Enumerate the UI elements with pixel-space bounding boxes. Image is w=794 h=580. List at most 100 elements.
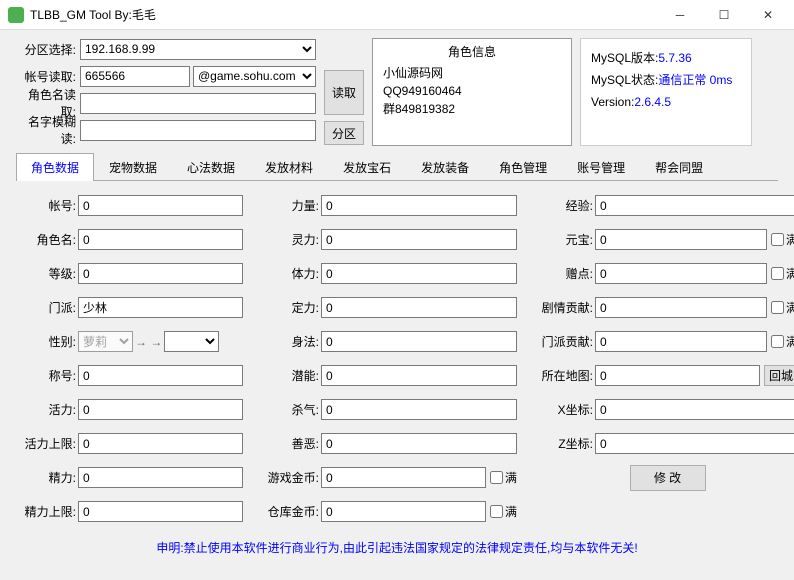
read-button[interactable]: 读取	[324, 70, 364, 115]
gold-full-label: 满	[505, 469, 517, 486]
version-value: 2.6.4.5	[634, 95, 671, 109]
close-button[interactable]: ✕	[746, 1, 790, 29]
agi-field[interactable]	[321, 331, 517, 352]
con-field[interactable]	[321, 263, 517, 284]
disclaimer: 申明:禁止使用本软件进行商业行为,由此引起违法国家规定的法律规定责任,均与本软件…	[16, 539, 778, 560]
yb-full-label: 满	[786, 231, 794, 248]
role-data-panel: 帐号: 角色名: 等级: 门派: 性别: 萝莉 → → 称号: 活力: 活力上限…	[16, 181, 778, 539]
vigor-field[interactable]	[78, 399, 243, 420]
charname-label: 角色名:	[20, 231, 76, 248]
back-city-button[interactable]: 回城	[764, 365, 794, 386]
account-input[interactable]	[80, 66, 190, 87]
sha-label: 杀气:	[263, 401, 319, 418]
z-field[interactable]	[595, 433, 794, 454]
zone-select[interactable]: 192.168.9.99	[80, 39, 316, 60]
bank-label: 仓库金币:	[263, 503, 319, 520]
gold-full-checkbox[interactable]	[490, 471, 503, 484]
energy-max-field[interactable]	[78, 501, 243, 522]
menpai-label: 门派:	[20, 299, 76, 316]
role-info-line1: 小仙源码网	[377, 64, 567, 82]
juqing-label: 剧情贡献:	[537, 299, 593, 316]
menpai-gx-full-label: 满	[786, 333, 794, 350]
str-label: 力量:	[263, 197, 319, 214]
minimize-button[interactable]: ─	[658, 1, 702, 29]
zd-full-label: 满	[786, 265, 794, 282]
arrow-icon: → →	[133, 335, 164, 349]
gold-field[interactable]	[321, 467, 486, 488]
charname-input[interactable]	[80, 93, 316, 114]
name-blur-label: 名字模糊读:	[16, 113, 76, 147]
x-field[interactable]	[595, 399, 794, 420]
tab-role-data[interactable]: 角色数据	[16, 153, 94, 181]
titlebar: TLBB_GM Tool By:毛毛 ─ ☐ ✕	[0, 0, 794, 30]
bank-full-checkbox[interactable]	[490, 505, 503, 518]
energy-label: 精力:	[20, 469, 76, 486]
map-field[interactable]	[595, 365, 760, 386]
x-label: X坐标:	[537, 401, 593, 418]
tab-guild[interactable]: 帮会同盟	[640, 153, 718, 181]
tab-role-manage[interactable]: 角色管理	[484, 153, 562, 181]
yb-field[interactable]	[595, 229, 767, 250]
account-field[interactable]	[78, 195, 243, 216]
str-field[interactable]	[321, 195, 517, 216]
sha-field[interactable]	[321, 399, 517, 420]
spi-field[interactable]	[321, 229, 517, 250]
role-info-heading: 角色信息	[377, 43, 567, 60]
tab-xinfa-data[interactable]: 心法数据	[172, 153, 250, 181]
good-field[interactable]	[321, 433, 517, 454]
level-field[interactable]	[78, 263, 243, 284]
title-field[interactable]	[78, 365, 243, 386]
name-blur-input[interactable]	[80, 120, 316, 141]
exp-label: 经验:	[537, 197, 593, 214]
yb-label: 元宝:	[537, 231, 593, 248]
account-label: 帐号:	[20, 197, 76, 214]
tab-give-equip[interactable]: 发放装备	[406, 153, 484, 181]
pot-field[interactable]	[321, 365, 517, 386]
tab-give-material[interactable]: 发放材料	[250, 153, 328, 181]
menpai-field[interactable]	[78, 297, 243, 318]
menpai-gx-label: 门派贡献:	[537, 333, 593, 350]
menpai-gx-full-checkbox[interactable]	[771, 335, 784, 348]
map-label: 所在地图:	[537, 367, 593, 384]
modify-button[interactable]: 修 改	[630, 465, 706, 491]
mysql-status-label: MySQL状态:	[591, 73, 658, 87]
zd-field[interactable]	[595, 263, 767, 284]
bank-field[interactable]	[321, 501, 486, 522]
status-box: MySQL版本:5.7.36 MySQL状态:通信正常 0ms Version:…	[580, 38, 752, 146]
role-info-box: 角色信息 小仙源码网 QQ949160464 群849819382	[372, 38, 572, 146]
gender-select[interactable]: 萝莉	[78, 331, 133, 352]
charname-field[interactable]	[78, 229, 243, 250]
agi-label: 身法:	[263, 333, 319, 350]
query-form: 分区选择: 192.168.9.99 帐号读取: @game.sohu.com …	[16, 38, 316, 146]
zd-label: 赠点:	[537, 265, 593, 282]
juqing-full-checkbox[interactable]	[771, 301, 784, 314]
mysql-status-value: 通信正常 0ms	[658, 73, 732, 87]
version-label: Version:	[591, 95, 634, 109]
pot-label: 潜能:	[263, 367, 319, 384]
tab-give-gem[interactable]: 发放宝石	[328, 153, 406, 181]
role-info-line2: QQ949160464	[377, 82, 567, 100]
window-title: TLBB_GM Tool By:毛毛	[30, 6, 658, 23]
ding-field[interactable]	[321, 297, 517, 318]
maximize-button[interactable]: ☐	[702, 1, 746, 29]
good-label: 善恶:	[263, 435, 319, 452]
tab-pet-data[interactable]: 宠物数据	[94, 153, 172, 181]
juqing-full-label: 满	[786, 299, 794, 316]
gender-target-select[interactable]	[164, 331, 219, 352]
zd-full-checkbox[interactable]	[771, 267, 784, 280]
menpai-gx-field[interactable]	[595, 331, 767, 352]
domain-select[interactable]: @game.sohu.com	[193, 66, 316, 87]
tab-account-manage[interactable]: 账号管理	[562, 153, 640, 181]
title-label: 称号:	[20, 367, 76, 384]
zone-button[interactable]: 分区	[324, 121, 364, 145]
vigor-max-field[interactable]	[78, 433, 243, 454]
ding-label: 定力:	[263, 299, 319, 316]
role-info-line3: 群849819382	[377, 100, 567, 118]
tab-bar: 角色数据 宠物数据 心法数据 发放材料 发放宝石 发放装备 角色管理 账号管理 …	[16, 152, 778, 181]
app-icon	[8, 7, 24, 23]
yb-full-checkbox[interactable]	[771, 233, 784, 246]
exp-field[interactable]	[595, 195, 794, 216]
energy-field[interactable]	[78, 467, 243, 488]
juqing-field[interactable]	[595, 297, 767, 318]
level-label: 等级:	[20, 265, 76, 282]
